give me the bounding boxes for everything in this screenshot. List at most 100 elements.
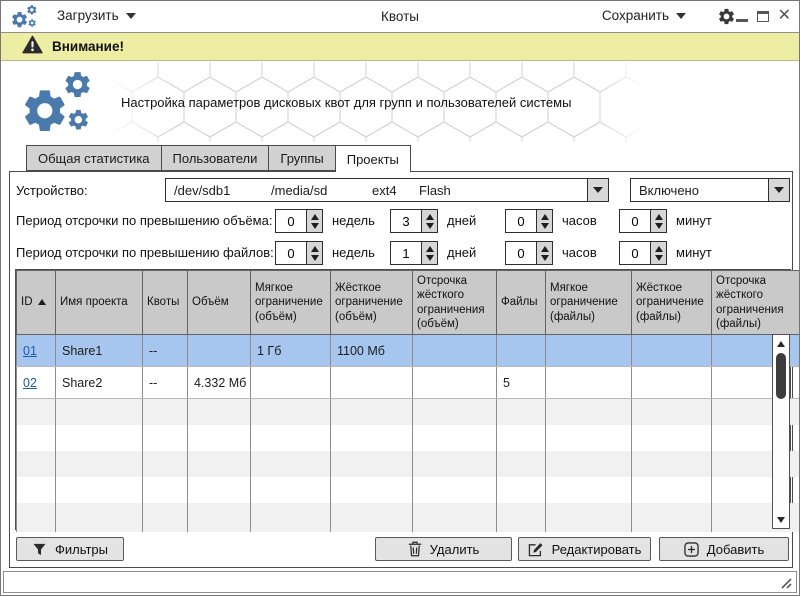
column-header-id[interactable]: ID (17, 271, 56, 335)
column-header-quotas[interactable]: Квоты (143, 271, 188, 335)
device-label: Устройство: (16, 183, 88, 198)
volume-days-stepper[interactable] (421, 209, 438, 233)
device-path: /dev/sdb1 (166, 183, 263, 198)
sort-ascending-icon (38, 299, 46, 305)
delete-button[interactable]: Удалить (375, 537, 512, 561)
minutes-unit-label: минут (676, 245, 712, 260)
resize-grip[interactable] (778, 575, 792, 589)
save-menu-label: Сохранить (602, 8, 669, 23)
files-days-input[interactable] (390, 241, 421, 265)
cell-volume: 4.332 Мб (188, 367, 251, 399)
scrollbar-thumb[interactable] (776, 353, 786, 399)
column-header-project-name[interactable]: Имя проекта (56, 271, 143, 335)
warning-triangle-icon (22, 35, 43, 59)
files-minutes-stepper[interactable] (650, 241, 667, 265)
column-header-hard-volume[interactable]: Жёсткое ограничение (объём) (331, 271, 413, 335)
volume-weeks-input[interactable] (275, 209, 306, 233)
volume-hours-spinner (505, 209, 553, 233)
tab-general-stats[interactable]: Общая статистика (26, 145, 161, 171)
chevron-down-icon (774, 187, 784, 193)
spin-up-icon (311, 246, 319, 252)
arrow-down-icon (777, 517, 785, 523)
edit-pencil-icon (528, 542, 544, 557)
column-header-grace-volume[interactable]: Отсрочка жёсткого ограничения (объём) (413, 271, 497, 335)
column-header-hard-files[interactable]: Жёсткое ограничение (файлы) (632, 271, 712, 335)
column-header-volume[interactable]: Объём (188, 271, 251, 335)
device-select[interactable]: /dev/sdb1 /media/sd ext4 Flash (165, 178, 609, 202)
device-select-dropdown-button[interactable] (587, 179, 608, 201)
trash-icon (408, 541, 422, 557)
volume-minutes-input[interactable] (619, 209, 650, 233)
grace-volume-label: Период отсрочки по превышению объёма: (16, 213, 272, 228)
status-bar (3, 571, 797, 593)
app-window: Загрузить Квоты Сохранить ✕ Внимание! (0, 0, 800, 596)
scroll-down-button[interactable] (773, 512, 789, 527)
files-minutes-input[interactable] (619, 241, 650, 265)
files-hours-stepper[interactable] (536, 241, 553, 265)
cell-quotas: -- (143, 335, 188, 367)
volume-weeks-stepper[interactable] (306, 209, 323, 233)
cell-volume (188, 335, 251, 367)
edit-button-label: Редактировать (552, 542, 642, 557)
grace-volume-row: Период отсрочки по превышению объёма: не… (10, 209, 792, 235)
project-id-link[interactable]: 02 (23, 376, 37, 390)
minutes-unit-label: минут (676, 213, 712, 228)
quota-state-select[interactable]: Включено (630, 178, 790, 202)
quota-state-value: Включено (631, 179, 768, 201)
volume-hours-stepper[interactable] (536, 209, 553, 233)
table-row[interactable]: 02 Share2 -- 4.332 Мб 5 (17, 367, 800, 399)
arrow-up-icon (777, 341, 785, 347)
cell-grace-volume (413, 335, 497, 367)
files-hours-input[interactable] (505, 241, 536, 265)
add-button[interactable]: Добавить (659, 537, 789, 561)
files-days-stepper[interactable] (421, 241, 438, 265)
scroll-up-button[interactable] (773, 336, 789, 351)
quota-state-text: Включено (631, 183, 699, 198)
edit-button[interactable]: Редактировать (518, 537, 651, 561)
column-header-soft-files[interactable]: Мягкое ограничение (файлы) (546, 271, 632, 335)
project-id-link[interactable]: 01 (23, 344, 37, 358)
tab-groups[interactable]: Группы (268, 145, 334, 171)
column-header-soft-volume[interactable]: Мягкое ограничение (объём) (251, 271, 331, 335)
hours-unit-label: часов (562, 213, 597, 228)
save-menu-button[interactable]: Сохранить (602, 8, 686, 23)
device-filesystem: ext4 (364, 183, 411, 198)
warning-banner: Внимание! (1, 33, 799, 61)
spin-down-icon (541, 223, 549, 229)
filler-row (17, 477, 800, 503)
tab-bar: Общая статистика Пользователи Группы Про… (26, 145, 411, 172)
cell-soft-files (546, 367, 632, 399)
table-row[interactable]: 01 Share1 -- 1 Гб 1100 Мб (17, 335, 800, 367)
filler-row (17, 451, 800, 477)
spin-down-icon (426, 223, 434, 229)
days-unit-label: дней (447, 213, 476, 228)
filler-row (17, 425, 800, 451)
filler-row (17, 503, 800, 532)
volume-minutes-stepper[interactable] (650, 209, 667, 233)
plus-icon (684, 542, 699, 557)
settings-gear-button[interactable] (717, 7, 736, 31)
hours-unit-label: часов (562, 245, 597, 260)
projects-tab-panel: Устройство: /dev/sdb1 /media/sd ext4 Fla… (9, 171, 793, 568)
files-days-spinner (390, 241, 438, 265)
volume-minutes-spinner (619, 209, 667, 233)
spin-down-icon (655, 255, 663, 261)
files-weeks-stepper[interactable] (306, 241, 323, 265)
maximize-button[interactable] (757, 11, 769, 22)
volume-hours-input[interactable] (505, 209, 536, 233)
vertical-scrollbar[interactable] (772, 334, 790, 529)
volume-days-input[interactable] (390, 209, 421, 233)
column-header-grace-files[interactable]: Отсрочка жёсткого ограничения (файлы) (712, 271, 800, 335)
spin-up-icon (311, 214, 319, 220)
column-header-files[interactable]: Файлы (497, 271, 546, 335)
days-unit-label: дней (447, 245, 476, 260)
chevron-down-icon (593, 187, 603, 193)
close-button[interactable]: ✕ (778, 10, 791, 22)
minimize-button[interactable] (736, 19, 748, 22)
quota-state-dropdown-button[interactable] (768, 179, 789, 201)
files-weeks-input[interactable] (275, 241, 306, 265)
tab-projects[interactable]: Проекты (335, 145, 411, 172)
filters-button-label: Фильтры (55, 542, 108, 557)
filters-button[interactable]: Фильтры (16, 537, 124, 561)
tab-users[interactable]: Пользователи (161, 145, 269, 171)
